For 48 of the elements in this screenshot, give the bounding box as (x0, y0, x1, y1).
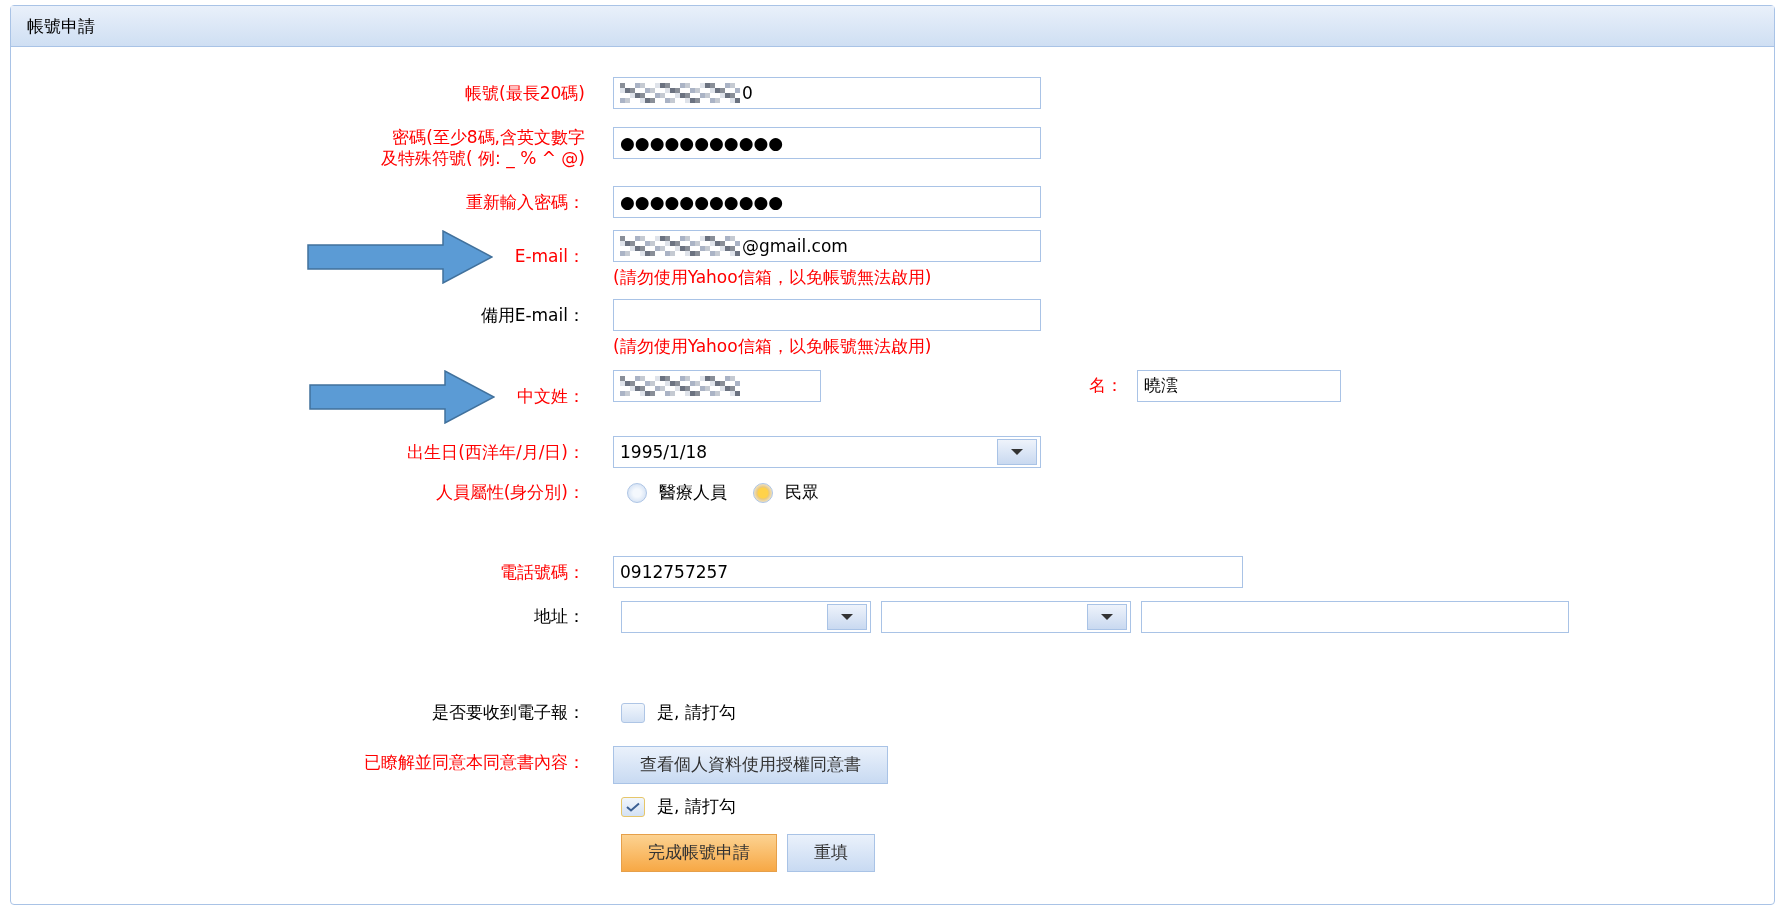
input-field[interactable]: @gmail.com (613, 229, 1041, 262)
input-field[interactable] (613, 369, 821, 402)
radio-label: 醫療人員 (659, 481, 727, 504)
input-field[interactable] (613, 298, 1041, 331)
field-label: 出生日(西洋年/月/日)： (407, 441, 585, 464)
field-label: 是否要收到電子報： (432, 701, 585, 724)
field-label: 中文姓： (517, 385, 585, 408)
blurred-text-icon (620, 374, 740, 397)
check-icon (626, 801, 640, 812)
input-field[interactable]: ●●●●●●●●●●● (613, 185, 1041, 218)
arrow-icon (309, 369, 495, 424)
caret-icon (1010, 447, 1024, 456)
panel-title: 帳號申請 (27, 14, 95, 38)
checkbox-label: 是, 請打勾 (657, 795, 736, 818)
radio-button[interactable] (753, 482, 773, 503)
field-label: 帳號(最長20碼) (465, 83, 585, 105)
view-consent-button[interactable]: 查看個人資料使用授權同意書 (613, 745, 888, 784)
input-field[interactable]: ●●●●●●●●●●● (613, 127, 1041, 159)
field-label: 地址： (534, 605, 585, 628)
blurred-text-icon (620, 234, 740, 257)
arrow-icon (306, 229, 493, 284)
input-field[interactable]: 0 (613, 77, 1041, 109)
district-dropdown[interactable] (881, 600, 1131, 633)
email-warning: (請勿使用Yahoo信箱，以免帳號無法啟用) (613, 265, 933, 289)
checkbox[interactable] (621, 796, 645, 817)
input-field[interactable]: 曉澐 (1137, 369, 1341, 402)
checkbox-label: 是, 請打勾 (657, 701, 736, 724)
caret-icon (1100, 612, 1114, 621)
city-dropdown[interactable] (621, 600, 871, 633)
date-dropdown[interactable]: 1995/1/18 (613, 435, 1041, 468)
caret-icon (840, 612, 854, 621)
field-label: E-mail： (514, 245, 585, 268)
blurred-text-icon (620, 82, 740, 104)
checkbox[interactable] (621, 702, 645, 723)
given-name-label: 名： (1089, 374, 1123, 397)
field-label: 備用E-mail： (480, 304, 585, 327)
reset-button[interactable]: 重填 (787, 833, 875, 872)
radio-button[interactable] (627, 482, 647, 503)
input-field[interactable]: 0912757257 (613, 555, 1243, 588)
field-label: 密碼(至少8碼,含英文數字及特殊符號( 例: _ % ^ @) (380, 127, 585, 170)
field-label: 電話號碼： (500, 561, 585, 584)
field-label: 已瞭解並同意本同意書內容： (364, 751, 585, 774)
email-warning: (請勿使用Yahoo信箱，以免帳號無法啟用) (613, 334, 933, 358)
submit-button[interactable]: 完成帳號申請 (621, 833, 777, 872)
field-label: 重新輸入密碼： (466, 191, 585, 214)
input-field[interactable] (1141, 600, 1569, 633)
field-label: 人員屬性(身分別)： (435, 481, 585, 504)
radio-label: 民眾 (785, 481, 819, 504)
